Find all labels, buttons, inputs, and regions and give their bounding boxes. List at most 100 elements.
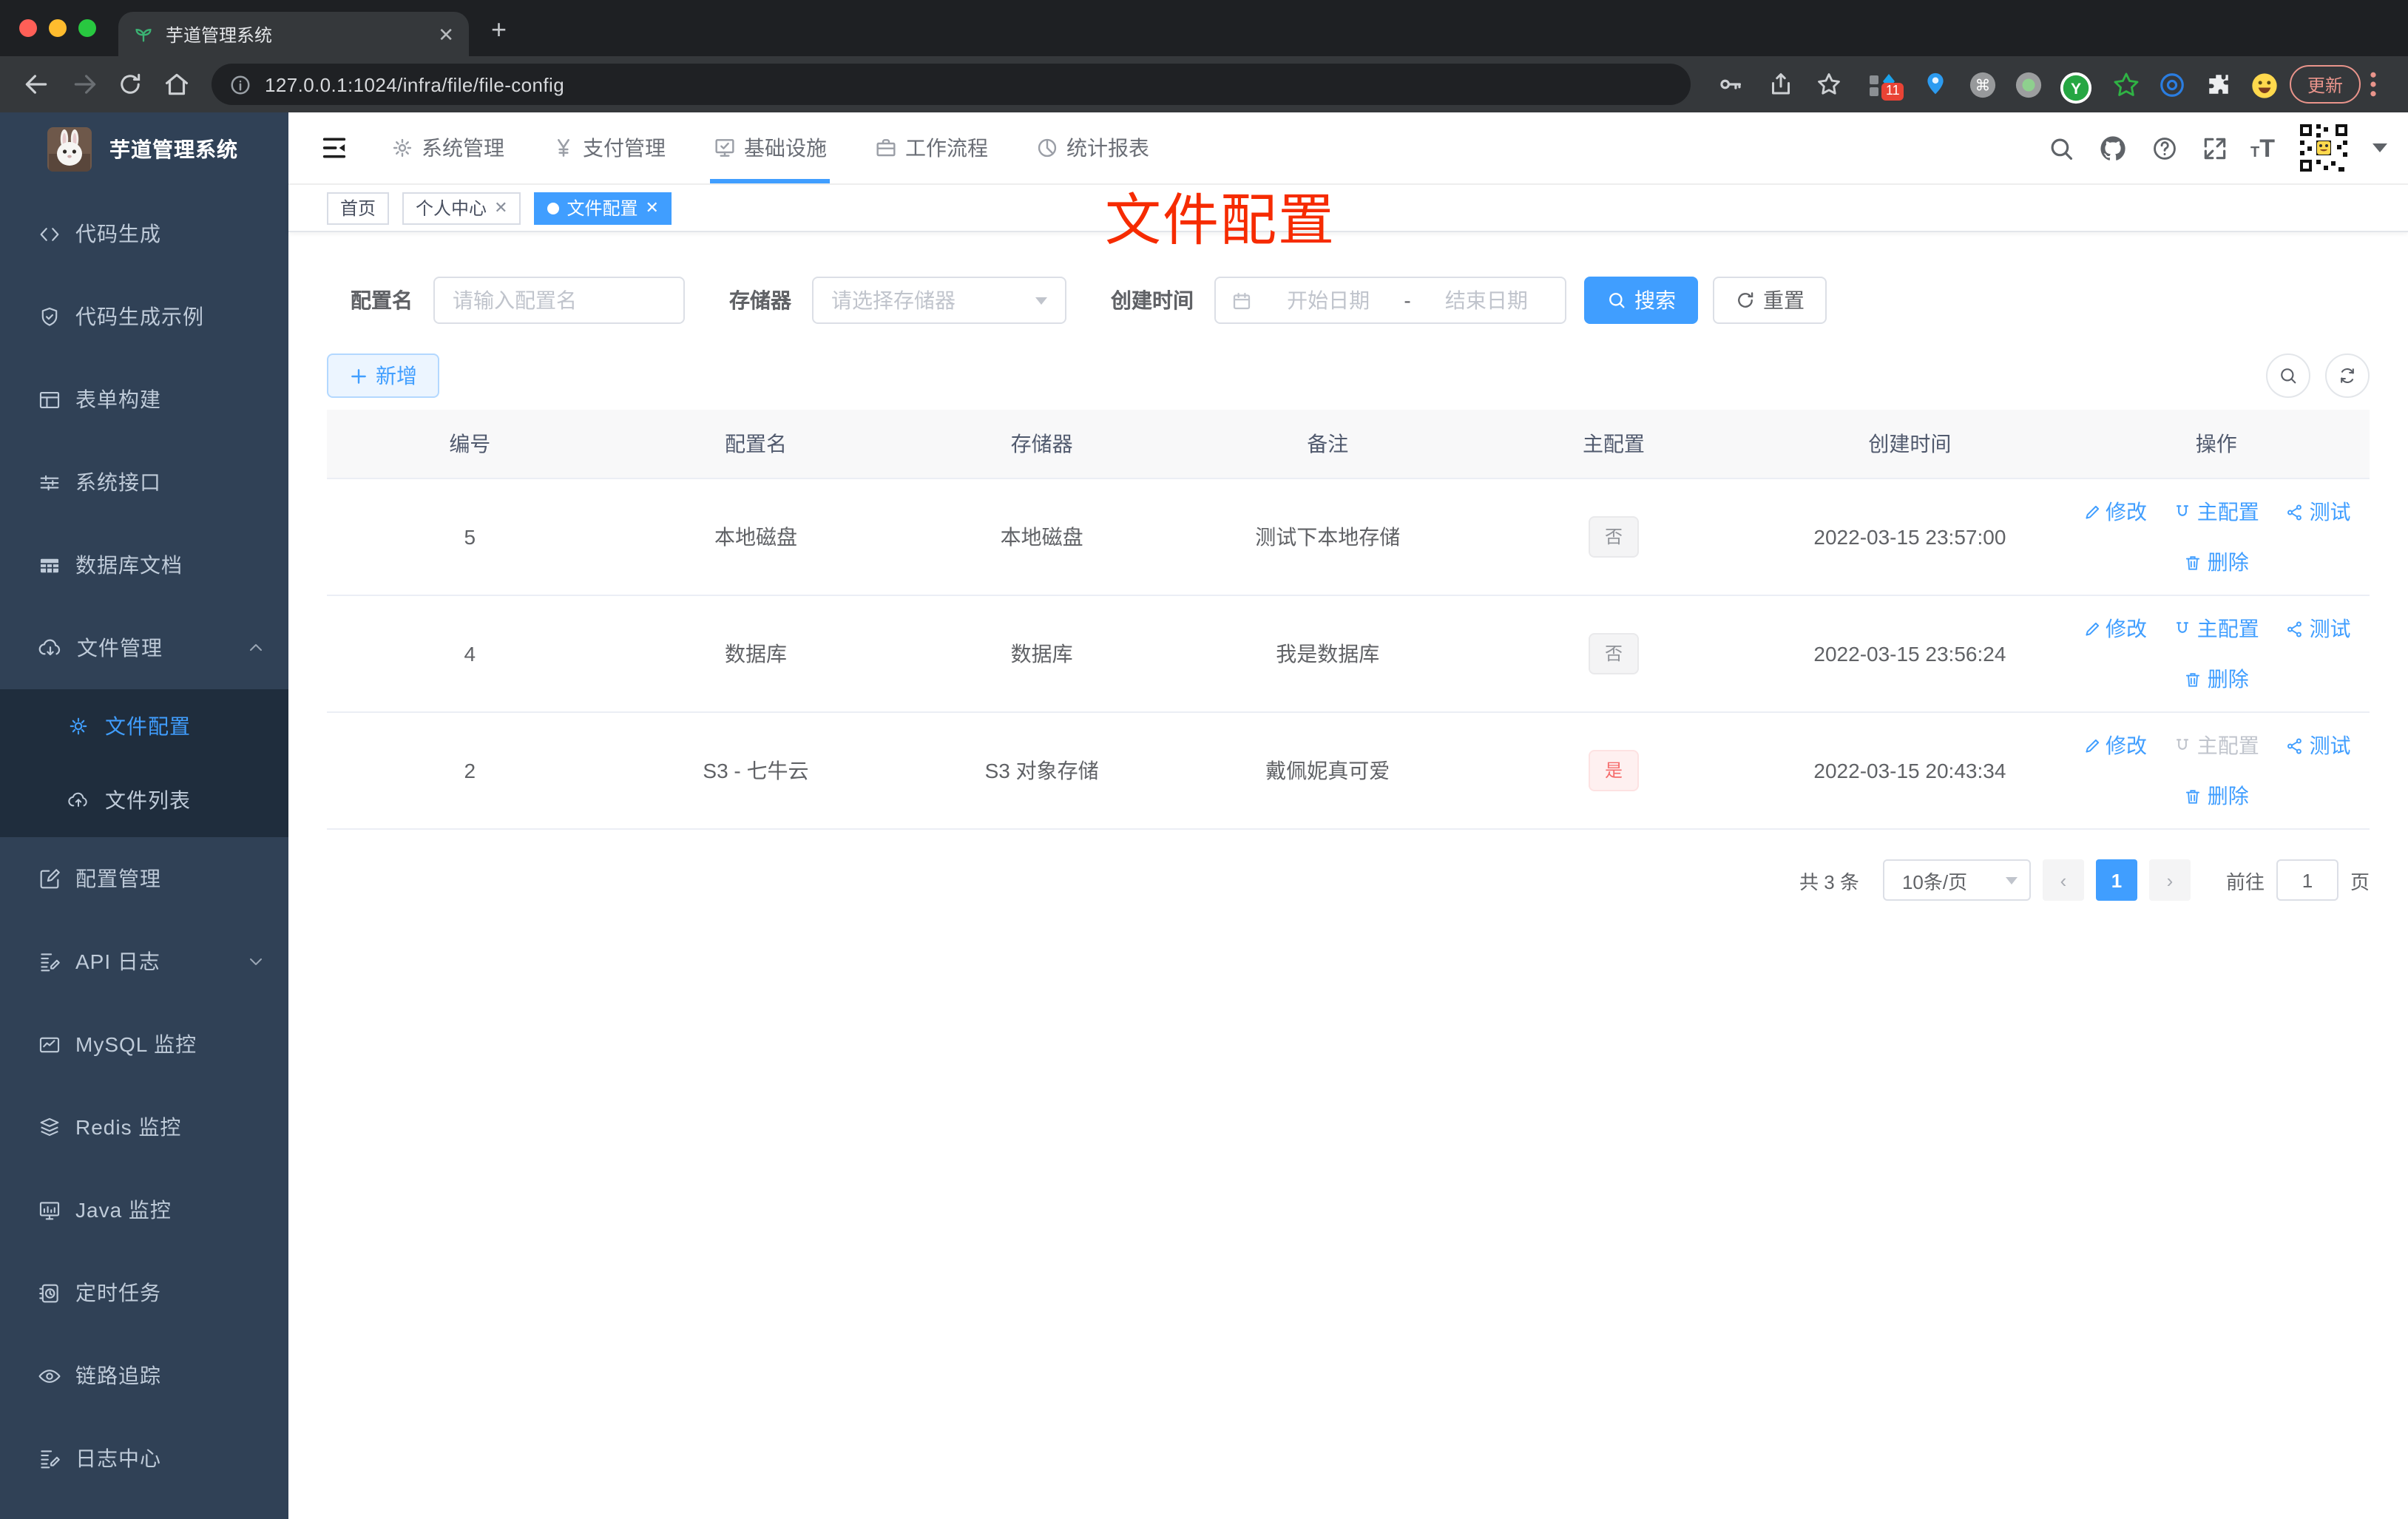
search-button[interactable]: 搜索 <box>1584 277 1698 324</box>
fullscreen-icon[interactable] <box>2200 134 2228 162</box>
file-config-table: 编号 配置名 存储器 备注 主配置 创建时间 操作 5 本地磁盘 本地磁盘 测试… <box>327 410 2370 830</box>
sidebar-item-api-log[interactable]: API 日志 <box>0 920 288 1003</box>
page-number-button[interactable]: 1 <box>2095 859 2137 901</box>
avatar-dropdown-caret-icon[interactable] <box>2373 143 2387 152</box>
col-header-id: 编号 <box>327 410 613 479</box>
bookmark-star-icon[interactable] <box>1815 70 1843 98</box>
new-tab-button[interactable]: + <box>491 15 507 46</box>
delete-link[interactable]: 删除 <box>2184 781 2249 811</box>
date-range-picker[interactable]: 开始日期 - 结束日期 <box>1214 277 1566 324</box>
prev-page-button[interactable]: ‹ <box>2042 859 2084 901</box>
sidebar-item-log-center[interactable]: 日志中心 <box>0 1417 288 1500</box>
show-search-toggle-button[interactable] <box>2266 353 2310 398</box>
start-date-placeholder: 开始日期 <box>1287 288 1370 312</box>
edit-link[interactable]: 修改 <box>2082 731 2147 760</box>
extension-emoji-icon[interactable] <box>2250 71 2277 98</box>
user-avatar-qr[interactable] <box>2297 121 2350 175</box>
browser-update-button[interactable]: 更新 <box>2290 65 2361 104</box>
test-link[interactable]: 测试 <box>2286 614 2351 643</box>
reload-icon[interactable] <box>117 71 143 98</box>
extension-command-icon[interactable]: ⌘ <box>1969 71 1996 98</box>
sidebar-item-system-api[interactable]: 系统接口 <box>0 441 288 524</box>
page-size-select[interactable]: 10条/页 <box>1882 859 2031 901</box>
delete-link[interactable]: 删除 <box>2184 547 2249 577</box>
close-window-button[interactable] <box>19 19 37 37</box>
sidebar-item-redis-monitor[interactable]: Redis 监控 <box>0 1086 288 1168</box>
extension-y-icon[interactable]: Y <box>2059 71 2092 104</box>
sidebar-item-java-monitor[interactable]: Java 监控 <box>0 1168 288 1251</box>
sidebar-item-file-config[interactable]: 文件配置 <box>0 689 288 763</box>
search-icon[interactable] <box>2046 134 2074 162</box>
master-config-link[interactable]: 主配置 <box>2174 614 2259 643</box>
minimize-window-button[interactable] <box>49 19 67 37</box>
browser-tab[interactable]: 芋道管理系统 ✕ <box>118 12 469 56</box>
goto-page-input[interactable] <box>2276 859 2338 901</box>
extensions-puzzle-icon[interactable] <box>2205 71 2232 98</box>
sidebar-item-tracing[interactable]: 链路追踪 <box>0 1334 288 1417</box>
nav-item-workflow[interactable]: 工作流程 <box>871 112 991 183</box>
extension-record-icon[interactable] <box>2015 71 2042 98</box>
extension-eye-icon[interactable] <box>2158 71 2185 98</box>
font-size-icon[interactable]: TT <box>2250 135 2275 160</box>
window-controls[interactable] <box>19 19 96 37</box>
extension-pin-icon[interactable] <box>1923 71 1949 98</box>
next-page-button[interactable]: › <box>2148 859 2191 901</box>
address-bar[interactable]: 127.0.0.1:1024/infra/file/file-config <box>212 64 1691 105</box>
master-config-link[interactable]: 主配置 <box>2174 497 2259 527</box>
maximize-window-button[interactable] <box>78 19 96 37</box>
sidebar-item-code-gen[interactable]: 代码生成 <box>0 192 288 275</box>
delete-link[interactable]: 删除 <box>2184 664 2249 694</box>
browser-menu-icon[interactable] <box>2370 72 2377 97</box>
col-header-name: 配置名 <box>612 410 899 479</box>
extension-star-icon[interactable] <box>2112 71 2139 98</box>
sidebar-item-db-doc[interactable]: 数据库文档 <box>0 524 288 606</box>
briefcase-icon <box>874 136 898 160</box>
tab-close-icon[interactable]: ✕ <box>438 24 454 44</box>
extension-workspace-icon[interactable]: 11 <box>1868 71 1904 101</box>
add-button[interactable]: 新增 <box>327 353 439 398</box>
api-log-icon <box>37 949 62 974</box>
help-icon[interactable] <box>2150 134 2178 162</box>
sidebar-item-file-manage[interactable]: 文件管理 <box>0 606 288 689</box>
back-icon[interactable] <box>22 70 50 98</box>
sidebar-item-file-list[interactable]: 文件列表 <box>0 763 288 837</box>
tag-home[interactable]: 首页 <box>327 192 390 224</box>
share-icon[interactable] <box>1768 71 1794 98</box>
refresh-table-button[interactable] <box>2325 353 2370 398</box>
tag-file-config[interactable]: 文件配置 ✕ <box>534 192 672 224</box>
reset-button[interactable]: 重置 <box>1713 277 1827 324</box>
sidebar-item-mysql-monitor[interactable]: MySQL 监控 <box>0 1003 288 1086</box>
edit-link[interactable]: 修改 <box>2082 614 2147 643</box>
tab-title: 芋道管理系统 <box>166 24 273 45</box>
test-link[interactable]: 测试 <box>2286 497 2351 527</box>
cell-created: 2022-03-15 20:43:34 <box>1756 712 2063 830</box>
config-name-input[interactable]: 请输入配置名 <box>433 277 685 324</box>
test-link[interactable]: 测试 <box>2286 731 2351 760</box>
browser-tabstrip: 芋道管理系统 ✕ + <box>0 0 2408 56</box>
nav-item-system-manage[interactable]: 系统管理 <box>388 112 507 183</box>
password-key-icon[interactable] <box>1716 70 1744 98</box>
sidebar-item-form-builder[interactable]: 表单构建 <box>0 358 288 441</box>
github-icon[interactable] <box>2097 132 2128 163</box>
chevron-down-icon <box>1035 297 1047 304</box>
sidebar-item-scheduled-tasks[interactable]: 定时任务 <box>0 1251 288 1334</box>
url-text[interactable]: 127.0.0.1:1024/infra/file/file-config <box>265 73 564 95</box>
cell-remark: 测试下本地存储 <box>1184 478 1471 596</box>
close-icon[interactable]: ✕ <box>494 198 507 217</box>
edit-link[interactable]: 修改 <box>2082 497 2147 527</box>
sidebar-item-config-manage[interactable]: 配置管理 <box>0 837 288 920</box>
nav-item-pay-manage[interactable]: 支付管理 <box>549 112 669 183</box>
storage-select[interactable]: 请选择存储器 <box>812 277 1066 324</box>
close-icon[interactable]: ✕ <box>646 198 659 217</box>
home-icon[interactable] <box>163 70 191 98</box>
collapse-sidebar-icon[interactable] <box>319 133 349 163</box>
nav-item-reports[interactable]: 统计报表 <box>1032 112 1152 183</box>
site-info-icon[interactable] <box>229 73 251 95</box>
sidebar-item-code-demo[interactable]: 代码生成示例 <box>0 275 288 358</box>
timer-task-icon <box>37 1280 62 1305</box>
col-header-created: 创建时间 <box>1756 410 2063 479</box>
forward-icon[interactable] <box>71 70 99 98</box>
tag-profile[interactable]: 个人中心 ✕ <box>402 192 521 224</box>
cell-remark: 我是数据库 <box>1184 595 1471 713</box>
nav-item-infrastructure[interactable]: 基础设施 <box>710 112 830 183</box>
